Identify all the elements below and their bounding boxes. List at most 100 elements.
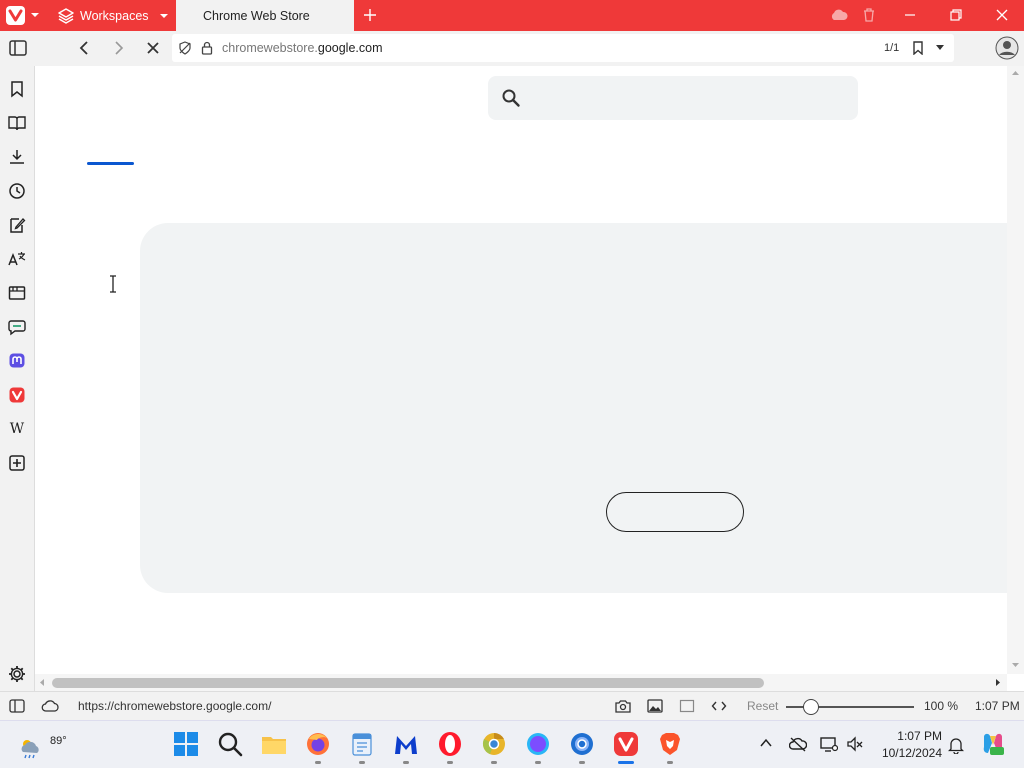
bookmark-page-icon[interactable] (912, 41, 924, 55)
notification-bell-icon[interactable] (948, 736, 964, 754)
tab-chrome-web-store[interactable]: Chrome Web Store (176, 0, 354, 31)
page-count: 1/1 (884, 42, 900, 54)
search-icon[interactable] (217, 731, 243, 757)
history-icon[interactable] (8, 182, 26, 200)
tray-clock-date[interactable]: 10/12/2024 (872, 746, 942, 760)
camera-icon[interactable] (615, 699, 631, 713)
chevron-up-icon[interactable] (760, 738, 772, 748)
status-link-url: https://chromewebstore.google.com/ (78, 699, 272, 713)
close-icon[interactable] (994, 7, 1010, 23)
brave-icon[interactable] (657, 731, 683, 757)
forward-icon[interactable] (112, 40, 126, 56)
running-indicator (535, 761, 541, 764)
restore-icon[interactable] (948, 7, 964, 23)
onedrive-offline-icon[interactable] (789, 736, 807, 752)
web-content (35, 66, 1007, 674)
volume-muted-icon[interactable] (846, 736, 864, 752)
text-cursor-icon (110, 275, 116, 293)
mastodon-icon[interactable] (8, 352, 26, 370)
scroll-up-icon[interactable] (1011, 70, 1020, 76)
weather-widget[interactable]: 89° (18, 727, 67, 763)
url-field[interactable]: chromewebstore.google.com 1/1 (172, 34, 954, 62)
running-indicator (359, 761, 365, 764)
panel-toggle-icon[interactable] (9, 40, 27, 56)
malwarebytes-icon[interactable] (393, 731, 419, 757)
running-indicator (667, 761, 673, 764)
address-bar: chromewebstore.google.com 1/1 (0, 31, 1024, 66)
mail-icon[interactable] (8, 318, 26, 336)
reading-list-icon[interactable] (8, 114, 26, 132)
add-panel-icon[interactable] (8, 454, 26, 472)
firefox-icon[interactable] (305, 731, 331, 757)
chevron-down-icon[interactable] (30, 10, 40, 20)
chevron-down-icon[interactable] (935, 44, 945, 52)
active-app-indicator (618, 761, 634, 764)
page-tiling-icon[interactable] (679, 699, 695, 713)
scroll-down-icon[interactable] (1011, 662, 1020, 668)
weather-rain-icon (21, 740, 39, 759)
stop-loading-icon[interactable] (146, 41, 160, 55)
opera-icon[interactable] (437, 731, 463, 757)
translate-icon[interactable] (8, 250, 26, 268)
scroll-right-icon[interactable] (995, 678, 1001, 687)
hero-banner-button[interactable] (606, 492, 744, 532)
vivaldi-icon[interactable] (8, 386, 26, 404)
copilot-pre-icon[interactable] (980, 731, 1006, 757)
zoom-level: 100 % (924, 699, 959, 713)
downloads-icon[interactable] (8, 148, 26, 166)
status-clock: 1:07 PM (975, 699, 1020, 713)
trash-icon[interactable] (861, 7, 877, 23)
workspaces-button[interactable]: Workspaces (58, 0, 169, 31)
notepad-icon[interactable] (349, 731, 375, 757)
page-actions-code-icon[interactable] (711, 699, 727, 713)
chrome-canary-icon[interactable] (481, 731, 507, 757)
horizontal-scroll-thumb[interactable] (52, 678, 764, 688)
tray-clock-time[interactable]: 1:07 PM (878, 729, 942, 743)
sync-status-cloud-icon[interactable] (41, 699, 59, 713)
lock-icon[interactable] (201, 41, 213, 55)
active-tab-indicator (87, 162, 134, 165)
weather-temperature: 89° (50, 735, 67, 747)
workspaces-label: Workspaces (80, 8, 149, 23)
search-icon (502, 89, 520, 107)
workspaces-icon (58, 7, 74, 24)
vivaldi-menu-button[interactable] (6, 6, 25, 25)
sync-cloud-icon[interactable] (829, 7, 849, 23)
running-indicator (315, 761, 321, 764)
running-indicator (447, 761, 453, 764)
windows-taskbar: 89° 1:07 PM 10/12/2024 (0, 720, 1024, 768)
chevron-down-icon (159, 13, 168, 18)
wikipedia-icon[interactable]: W (8, 420, 26, 438)
panel-toggle-icon[interactable] (9, 699, 25, 713)
minimize-icon[interactable] (902, 7, 918, 23)
running-indicator (579, 761, 585, 764)
horizontal-scrollbar[interactable] (35, 674, 1007, 691)
store-search-box[interactable] (488, 76, 858, 120)
new-tab-icon[interactable] (362, 7, 378, 23)
profile-avatar-icon[interactable] (995, 36, 1019, 60)
window-panel-icon[interactable] (8, 284, 26, 302)
zoom-slider-knob[interactable] (803, 699, 819, 715)
network-icon[interactable] (820, 736, 838, 752)
scroll-left-icon[interactable] (39, 678, 45, 687)
vertical-scrollbar[interactable] (1007, 66, 1024, 674)
bookmark-icon[interactable] (8, 80, 26, 98)
status-bar: https://chromewebstore.google.com/ Reset… (0, 691, 1024, 720)
tracker-blocker-icon[interactable] (178, 41, 192, 55)
vivaldi-logo-icon (8, 9, 23, 22)
back-icon[interactable] (77, 40, 91, 56)
file-explorer-icon[interactable] (261, 731, 287, 757)
vivaldi-icon[interactable] (613, 731, 639, 757)
tab-title: Chrome Web Store (203, 8, 310, 23)
chrome-icon[interactable] (569, 731, 595, 757)
circle-app-icon[interactable] (525, 731, 551, 757)
running-indicator (403, 761, 409, 764)
zoom-reset-button[interactable]: Reset (747, 699, 778, 713)
windows-start-icon[interactable] (173, 731, 199, 757)
notes-icon[interactable] (8, 216, 26, 234)
running-indicator (491, 761, 497, 764)
image-icon[interactable] (647, 699, 663, 713)
side-panel: W (0, 66, 35, 691)
settings-gear-icon[interactable] (8, 665, 26, 683)
hero-banner (140, 223, 1007, 593)
